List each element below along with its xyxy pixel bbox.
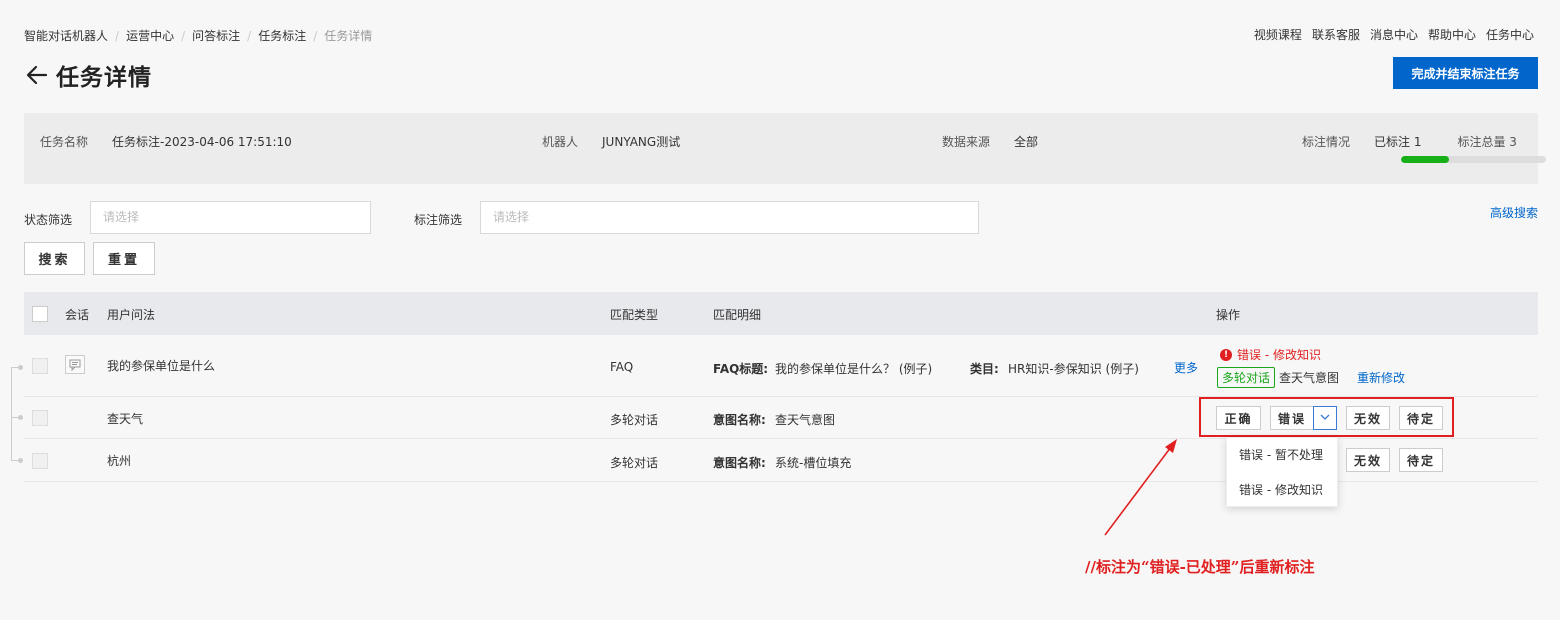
robot-value: JUNYANG测试 [602, 135, 681, 149]
breadcrumb-item-ops[interactable]: 运营中心 [126, 27, 174, 44]
row-checkbox[interactable] [32, 453, 48, 469]
match-type: 多轮对话 [610, 413, 659, 427]
robot-label: 机器人 [542, 135, 579, 149]
breadcrumb: 智能对话机器人 / 运营中心 / 问答标注 / 任务标注 / 任务详情 [24, 27, 373, 44]
back-arrow-icon[interactable] [24, 62, 50, 88]
detail-key: 意图名称: [713, 456, 766, 470]
advanced-search-link[interactable]: 高级搜索 [1490, 204, 1538, 221]
wrong-dropdown-menu: 错误 - 暂不处理 错误 - 修改知识 [1226, 437, 1338, 507]
nav-task-center[interactable]: 任务中心 [1486, 26, 1534, 43]
page-title: 任务详情 [56, 65, 152, 91]
row-checkbox[interactable] [32, 358, 48, 374]
detail-value: 我的参保单位是什么？ (例子) [775, 362, 933, 376]
match-type: FAQ [610, 360, 634, 374]
error-status: ! 错误 - 修改知识 [1220, 346, 1321, 363]
detail-value: 系统-槽位填充 [775, 456, 852, 470]
task-info-panel: 任务名称 任务标注-2023-04-06 17:51:10 机器人 JUNYAN… [24, 113, 1546, 184]
annotation-arrow-icon [1104, 439, 1177, 536]
table-row: 我的参保单位是什么 FAQ FAQ标题: 我的参保单位是什么？ (例子) 类目:… [24, 335, 1538, 397]
breadcrumb-item-robot[interactable]: 智能对话机器人 [24, 27, 108, 44]
total-count: 标注总量 3 [1457, 135, 1517, 149]
detail-value: HR知识-参保知识 (例子) [1008, 362, 1139, 376]
progress-track [1401, 156, 1546, 163]
error-icon: ! [1220, 348, 1232, 361]
highlight-box [1199, 397, 1454, 437]
breadcrumb-item-task[interactable]: 任务标注 [258, 27, 306, 44]
header-session: 会话 [65, 308, 90, 322]
title-row: 任务详情 [24, 58, 152, 92]
header-match-type: 匹配类型 [610, 308, 659, 322]
breadcrumb-item-qa[interactable]: 问答标注 [192, 27, 240, 44]
user-question: 我的参保单位是什么 [107, 359, 216, 373]
reset-button[interactable]: 重置 [93, 242, 155, 275]
breadcrumb-item-current: 任务详情 [324, 29, 373, 43]
header-question: 用户问法 [107, 308, 156, 322]
pending-button[interactable]: 待定 [1399, 448, 1443, 472]
label-progress: 标注情况 已标注 1 标注总量 3 [1302, 133, 1546, 163]
source-value: 全部 [1014, 135, 1039, 149]
task-name-value: 任务标注-2023-04-06 17:51:10 [112, 135, 292, 149]
dropdown-item-edit-knowledge[interactable]: 错误 - 修改知识 [1227, 473, 1337, 508]
user-question: 查天气 [107, 412, 144, 426]
mark-filter-select[interactable]: 请选择 [480, 201, 979, 234]
task-name-label: 任务名称 [40, 135, 89, 149]
dropdown-item-ignore[interactable]: 错误 - 暂不处理 [1227, 438, 1337, 473]
status-filter-label: 状态筛选 [24, 213, 73, 227]
source-label: 数据来源 [942, 135, 991, 149]
detail-value: 查天气意图 [775, 413, 836, 427]
progress-label: 标注情况 [1302, 135, 1351, 149]
match-type: 多轮对话 [610, 456, 659, 470]
nav-help-center[interactable]: 帮助中心 [1428, 26, 1476, 43]
more-link[interactable]: 更多 [1174, 359, 1198, 376]
top-nav: 视频课程 联系客服 消息中心 帮助中心 任务中心 [1254, 26, 1534, 43]
re-edit-link[interactable]: 重新修改 [1357, 369, 1405, 386]
finish-task-button[interactable]: 完成并结束标注任务 [1393, 57, 1538, 89]
detail-key: FAQ标题: [713, 362, 769, 376]
nav-video-courses[interactable]: 视频课程 [1254, 26, 1302, 43]
table-header: 会话 用户问法 匹配类型 匹配明细 操作 [24, 292, 1538, 335]
nav-message-center[interactable]: 消息中心 [1370, 26, 1418, 43]
intent-name: 查天气意图 [1279, 371, 1340, 385]
select-all-checkbox[interactable] [32, 306, 48, 322]
header-ops: 操作 [1216, 308, 1241, 322]
header-match-detail: 匹配明细 [713, 308, 762, 322]
mark-filter-label: 标注筛选 [414, 213, 463, 227]
progress-fill [1401, 156, 1450, 163]
row-checkbox[interactable] [32, 410, 48, 426]
multi-turn-tag: 多轮对话 [1217, 367, 1276, 388]
detail-key: 类目: [970, 362, 999, 376]
nav-contact-support[interactable]: 联系客服 [1312, 26, 1360, 43]
error-status-text: 错误 - 修改知识 [1237, 348, 1321, 362]
annotation-note: //标注为“错误-已处理”后重新标注 [1085, 558, 1315, 576]
invalid-button[interactable]: 无效 [1346, 448, 1390, 472]
detail-key: 意图名称: [713, 413, 766, 427]
chat-bubble-icon[interactable] [65, 355, 85, 374]
search-button[interactable]: 搜索 [24, 242, 85, 275]
labeled-count: 已标注 1 [1374, 135, 1422, 149]
session-tree-line [11, 367, 23, 460]
status-filter-select[interactable]: 请选择 [90, 201, 371, 234]
user-question: 杭州 [107, 454, 132, 468]
